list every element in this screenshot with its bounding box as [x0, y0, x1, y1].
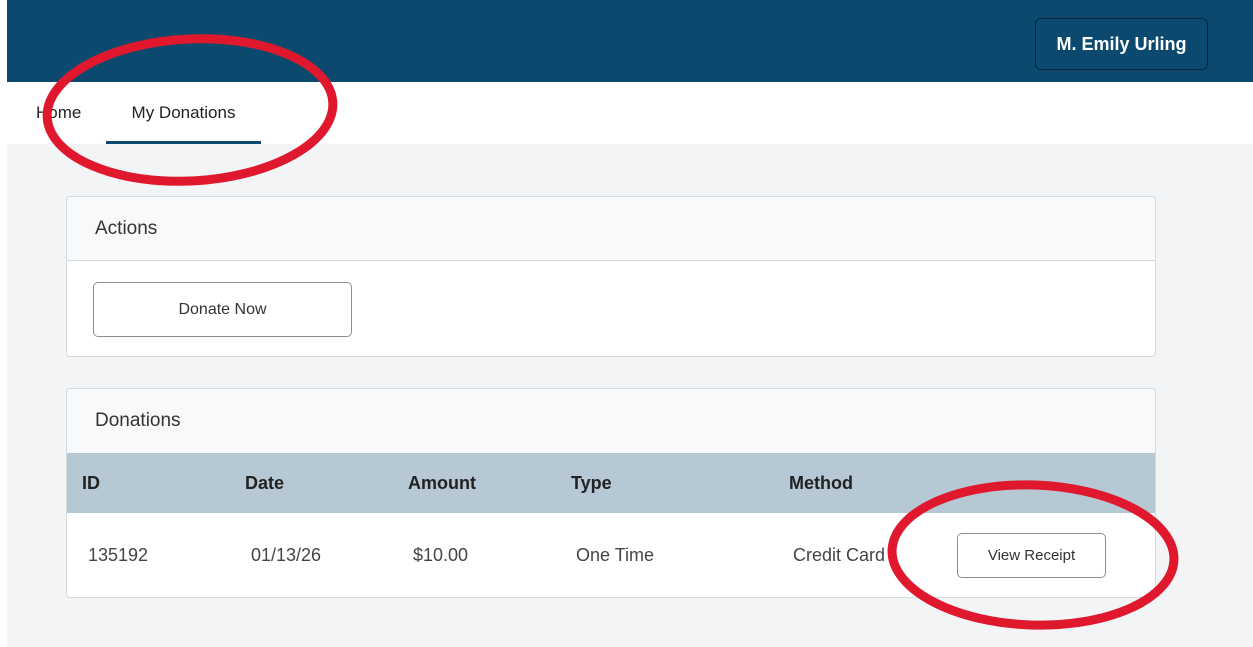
cell-date: 01/13/26	[251, 544, 322, 565]
donations-card-title: Donations	[67, 389, 1155, 453]
column-header-method: Method	[789, 472, 853, 493]
main-nav: Home My Donations	[0, 82, 1253, 144]
column-header-date: Date	[245, 472, 285, 493]
actions-card-title: Actions	[67, 197, 1155, 261]
column-header-id: ID	[82, 472, 100, 493]
cell-method: Credit Card	[793, 544, 886, 565]
cell-id: 135192	[88, 544, 149, 565]
cell-type: One Time	[576, 544, 655, 565]
user-account-button[interactable]: M. Emily Urling	[1035, 18, 1208, 70]
table-row: 135192 01/13/26 $10.00 One Time Credit C…	[67, 513, 1155, 597]
page: M. Emily Urling Home My Donations Action…	[0, 0, 1253, 647]
view-receipt-button[interactable]: View Receipt	[957, 533, 1106, 578]
column-header-type: Type	[571, 472, 612, 493]
content-area: Actions Donate Now Donations ID Date Amo…	[7, 144, 1253, 647]
cell-amount: $10.00	[413, 544, 469, 565]
donations-card: Donations ID Date Amount Type Method 135…	[66, 388, 1156, 598]
actions-card: Actions Donate Now	[66, 196, 1156, 357]
column-header-amount: Amount	[408, 472, 476, 493]
donations-table-header: ID Date Amount Type Method	[67, 453, 1155, 513]
nav-item-my-donations[interactable]: My Donations	[106, 82, 261, 144]
donate-now-button[interactable]: Donate Now	[93, 282, 352, 337]
nav-item-home[interactable]: Home	[36, 82, 96, 144]
